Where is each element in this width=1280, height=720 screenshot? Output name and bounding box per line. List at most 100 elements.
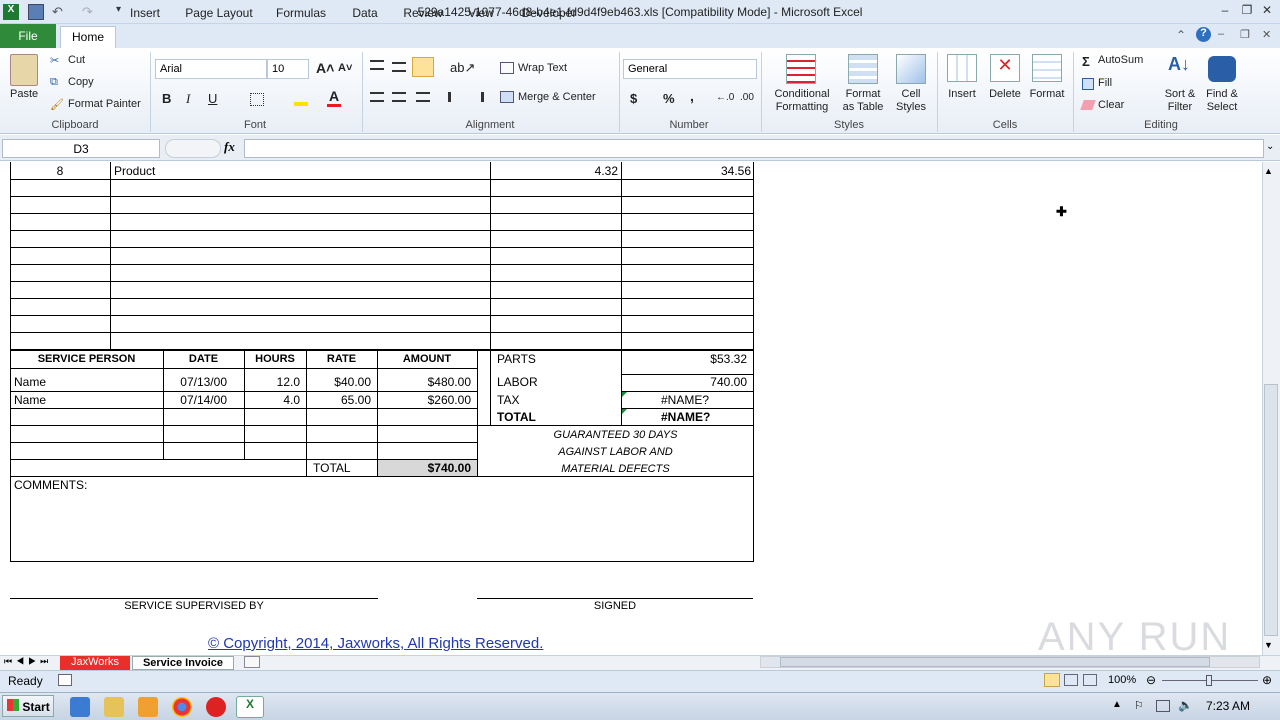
format-as-table-button[interactable]: Format <box>838 88 888 100</box>
zoom-slider-thumb[interactable] <box>1206 675 1212 686</box>
align-bottom-icon[interactable] <box>412 57 434 77</box>
normal-view-icon[interactable] <box>1044 673 1060 687</box>
tab-data[interactable]: Data <box>346 4 384 24</box>
service-person[interactable]: Name <box>14 393 46 407</box>
tab-review[interactable]: Review <box>400 4 446 24</box>
scroll-up-icon[interactable]: ▲ <box>1264 166 1273 176</box>
italic-button[interactable]: I <box>186 91 190 107</box>
tab-file[interactable]: File <box>0 24 56 48</box>
wrap-text-button[interactable]: Wrap Text <box>518 62 567 74</box>
media-player-icon[interactable] <box>138 697 158 717</box>
action-center-icon[interactable]: ⚐ <box>1134 699 1144 712</box>
file-explorer-icon[interactable] <box>104 697 124 717</box>
cut-button[interactable]: Cut <box>68 54 85 66</box>
page-layout-view-icon[interactable] <box>1064 674 1078 686</box>
doc-close-icon[interactable]: ✕ <box>1262 28 1271 41</box>
increase-indent-icon[interactable] <box>470 92 484 102</box>
collapse-ribbon-icon[interactable]: ⌃ <box>1176 28 1186 42</box>
currency-button[interactable]: $ <box>630 91 637 106</box>
sheet-tab-jaxworks[interactable]: JaxWorks <box>60 656 130 670</box>
volume-icon[interactable]: 🔈 <box>1178 698 1193 712</box>
borders-icon[interactable] <box>250 93 264 106</box>
merge-center-button[interactable]: Merge & Center <box>518 91 596 103</box>
vertical-scroll-thumb[interactable] <box>1264 384 1278 636</box>
format-cells-button[interactable]: Format <box>1026 88 1068 100</box>
decrease-indent-icon[interactable] <box>448 92 462 102</box>
align-top-icon[interactable] <box>370 60 384 70</box>
shrink-font-icon[interactable]: A˅ <box>338 62 352 74</box>
decrease-decimal-icon[interactable]: .00 <box>740 92 754 103</box>
paste-button[interactable]: Paste <box>10 88 38 100</box>
page-break-view-icon[interactable] <box>1083 674 1097 686</box>
tab-formulas[interactable]: Formulas <box>272 4 330 24</box>
service-amount[interactable]: $480.00 <box>377 375 471 389</box>
tax-value[interactable]: #NAME? <box>661 393 709 407</box>
align-center-icon[interactable] <box>392 92 406 102</box>
item-price[interactable]: 4.32 <box>492 164 618 178</box>
service-rate[interactable]: $40.00 <box>306 375 371 389</box>
item-qty[interactable]: 8 <box>10 164 110 178</box>
service-rate[interactable]: 65.00 <box>306 393 371 407</box>
tab-page-layout[interactable]: Page Layout <box>182 4 256 24</box>
sort-filter-button[interactable]: Sort & <box>1158 88 1202 100</box>
tab-developer[interactable]: Developer <box>516 4 582 24</box>
doc-restore-icon[interactable]: ❐ <box>1240 28 1250 41</box>
formula-input[interactable] <box>244 139 1264 158</box>
zoom-out-icon[interactable]: ⊖ <box>1146 673 1156 687</box>
doc-minimize-icon[interactable]: – <box>1218 28 1224 40</box>
expand-formula-icon[interactable]: ⌄ <box>1266 141 1274 152</box>
zoom-in-icon[interactable]: ⊕ <box>1262 673 1272 687</box>
insert-sheet-icon[interactable] <box>244 656 260 668</box>
internet-explorer-icon[interactable] <box>70 697 90 717</box>
opera-icon[interactable] <box>206 697 226 717</box>
labor-value[interactable]: 740.00 <box>624 375 747 389</box>
item-description[interactable]: Product <box>114 164 155 178</box>
align-middle-icon[interactable] <box>392 62 406 72</box>
tray-expand-icon[interactable]: ▲ <box>1112 699 1122 710</box>
service-hours[interactable]: 12.0 <box>244 375 300 389</box>
percent-button[interactable]: % <box>663 91 675 106</box>
total-value[interactable]: #NAME? <box>661 410 710 424</box>
fill-button[interactable]: Fill <box>1098 77 1112 89</box>
delete-cells-button[interactable]: Delete <box>985 88 1025 100</box>
excel-taskbar-icon[interactable]: X <box>236 696 264 718</box>
orientation-icon[interactable]: ab↗ <box>450 60 475 76</box>
sheet-nav-icon[interactable]: ⏮◀▶⏭ <box>4 656 52 667</box>
increase-decimal-icon[interactable]: ←.0 <box>716 92 734 103</box>
format-painter-button[interactable]: Format Painter <box>68 98 141 110</box>
font-color-icon[interactable]: A <box>327 88 341 107</box>
autosum-button[interactable]: AutoSum <box>1098 54 1143 66</box>
start-button[interactable]: Start <box>2 695 54 717</box>
item-amount[interactable]: 34.56 <box>624 164 751 178</box>
service-hours[interactable]: 4.0 <box>244 393 300 407</box>
sheet-tab-service-invoice[interactable]: Service Invoice <box>132 656 234 670</box>
fill-color-icon[interactable] <box>294 92 308 106</box>
tab-insert[interactable]: Insert <box>125 4 165 24</box>
paste-icon[interactable] <box>10 54 38 86</box>
grow-font-icon[interactable]: A˄ <box>316 60 334 76</box>
tab-home[interactable]: Home <box>60 26 116 49</box>
copyright-link[interactable]: © Copyright, 2014, Jaxworks, All Rights … <box>208 635 543 652</box>
close-icon[interactable]: ✕ <box>1258 3 1276 19</box>
worksheet-grid[interactable]: 8 Product 4.32 34.56 SERVICE PERSON DATE… <box>0 162 1262 655</box>
find-select-button[interactable]: Find & <box>1200 88 1244 100</box>
cell-styles-button[interactable]: Cell <box>890 88 932 100</box>
align-left-icon[interactable] <box>370 92 384 102</box>
horizontal-scroll-thumb[interactable] <box>780 657 1210 667</box>
comma-button[interactable]: , <box>690 88 694 104</box>
minimize-icon[interactable]: – <box>1216 3 1234 19</box>
align-right-icon[interactable] <box>416 92 430 102</box>
font-name-combo[interactable]: Arial <box>155 59 267 79</box>
font-size-combo[interactable]: 10 <box>267 59 309 79</box>
service-total-value[interactable]: $740.00 <box>377 461 471 475</box>
restore-icon[interactable]: ❐ <box>1238 3 1256 19</box>
service-date[interactable]: 07/13/00 <box>163 375 227 389</box>
help-icon[interactable]: ? <box>1196 27 1211 42</box>
number-format-combo[interactable]: General <box>623 59 757 79</box>
clear-button[interactable]: Clear <box>1098 99 1124 111</box>
underline-button[interactable]: U <box>208 91 217 106</box>
clock[interactable]: 7:23 AM <box>1206 699 1250 713</box>
copy-button[interactable]: Copy <box>68 76 94 88</box>
parts-value[interactable]: $53.32 <box>624 352 747 366</box>
service-date[interactable]: 07/14/00 <box>163 393 227 407</box>
